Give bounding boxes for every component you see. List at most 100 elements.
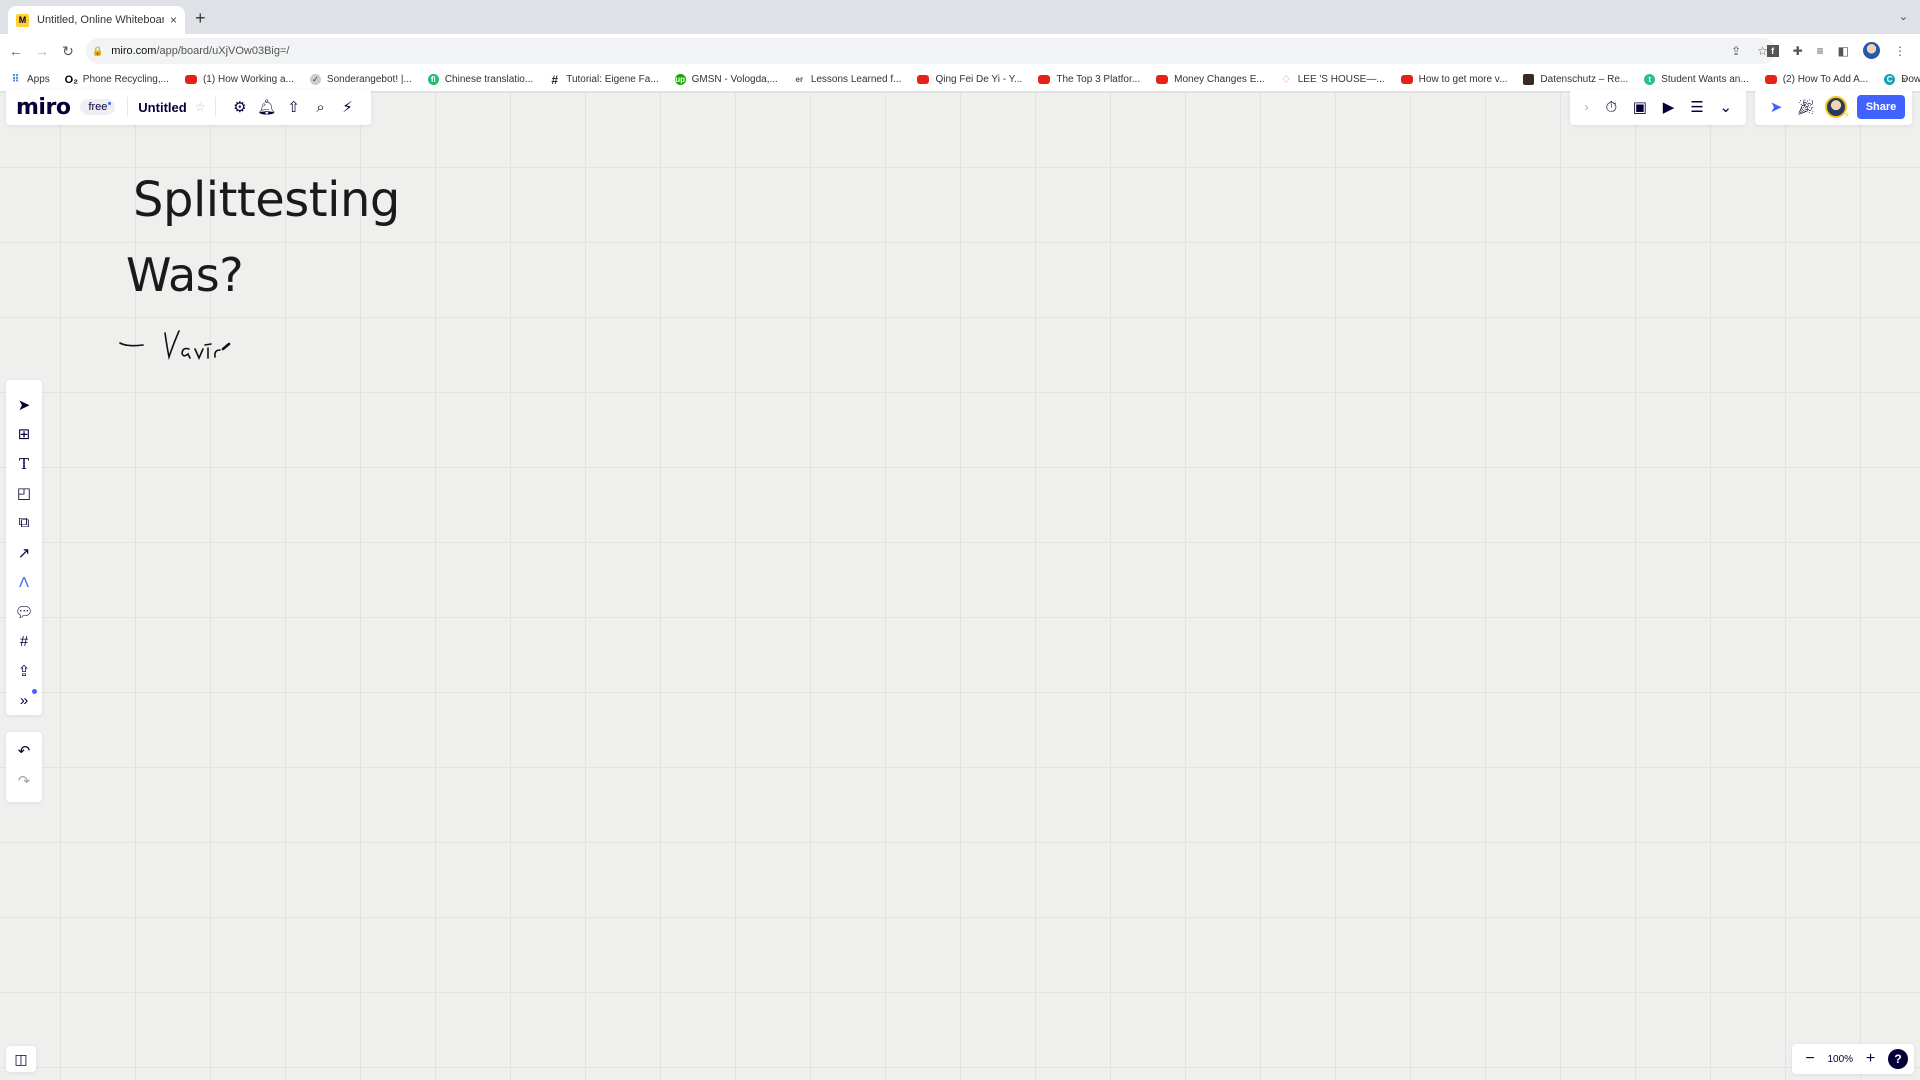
reload-icon[interactable]: ↻ bbox=[58, 43, 78, 60]
comment-icon[interactable]: 💬︎ bbox=[9, 597, 39, 627]
collapse-chevron-icon[interactable]: › bbox=[1576, 100, 1597, 114]
bookmark-item[interactable]: ✓ Sonderangebot! |... bbox=[309, 74, 412, 85]
presentation-icon[interactable]: ▶ bbox=[1654, 98, 1683, 116]
youtube-icon bbox=[1156, 75, 1169, 84]
user-avatar[interactable]: ⚡ bbox=[1825, 96, 1850, 120]
card-icon[interactable]: ▣ bbox=[1626, 98, 1655, 116]
search-icon[interactable]: ⌕ bbox=[307, 99, 334, 116]
tab-search-chevron-icon[interactable]: ⌄ bbox=[1899, 10, 1908, 23]
undo-icon[interactable]: ↶ bbox=[9, 736, 39, 766]
template-layout-icon[interactable]: ⊞ bbox=[9, 420, 39, 450]
er-icon: er bbox=[795, 75, 804, 84]
bookmark-item[interactable]: (1) How Working a... bbox=[184, 74, 294, 85]
cursor-share-icon[interactable]: ➤ bbox=[1761, 98, 1791, 116]
share-icon[interactable]: ⇪ bbox=[1731, 44, 1741, 58]
board-text-question[interactable]: Was? bbox=[126, 248, 244, 302]
apps-grid-icon: ⠿ bbox=[11, 74, 20, 85]
reactions-party-icon[interactable]: 🎉︎ bbox=[1791, 98, 1821, 116]
cursor-arrow-icon[interactable]: ➤ bbox=[9, 390, 39, 420]
plan-badge[interactable]: free bbox=[80, 99, 116, 115]
forward-icon[interactable]: → bbox=[32, 43, 52, 59]
bookmark-item[interactable]: ⠿ Apps bbox=[10, 74, 50, 85]
bookmarks-overflow-icon[interactable]: » bbox=[1902, 74, 1908, 86]
url-path: /app/board/uXjVOw03Big=/ bbox=[156, 45, 290, 57]
creation-toolbar: ➤ ⊞ T ◰ ⧉ ↗ Λ 💬︎ # ⇪ » bbox=[6, 380, 42, 715]
zoom-out-button[interactable]: − bbox=[1802, 1050, 1818, 1068]
text-icon[interactable]: T bbox=[9, 449, 39, 479]
more-chevrons-icon[interactable]: ⌄ bbox=[1711, 98, 1740, 116]
zoom-level[interactable]: 100% bbox=[1827, 1054, 1853, 1065]
bookmark-item[interactable]: How to get more v... bbox=[1400, 74, 1507, 85]
lock-icon[interactable]: 🔒 bbox=[92, 46, 103, 57]
frames-panel-toggle[interactable]: ◫ bbox=[6, 1046, 36, 1072]
facebook-icon[interactable]: f bbox=[1766, 44, 1779, 57]
airbnb-icon: ♢ bbox=[1281, 74, 1292, 86]
back-icon[interactable]: ← bbox=[6, 43, 26, 59]
miro-logo[interactable]: miro bbox=[16, 95, 71, 120]
zoom-in-button[interactable]: + bbox=[1863, 1050, 1879, 1068]
timer-icon[interactable]: ⏱ bbox=[1597, 99, 1626, 116]
t-circle-icon: t bbox=[1644, 74, 1656, 85]
upload-icon[interactable]: ⇪ bbox=[9, 656, 39, 686]
address-bar[interactable]: 🔒 miro.com/app/board/uXjVOw03Big=/ ⇪ ☆ bbox=[86, 38, 1776, 64]
youtube-icon bbox=[1038, 75, 1051, 84]
sidebar-list-icon: ◫ bbox=[14, 1050, 28, 1067]
help-button[interactable]: ? bbox=[1887, 1049, 1908, 1069]
plan-badge-dot bbox=[108, 102, 112, 105]
notification-dot bbox=[32, 689, 37, 695]
handwritten-ink-stroke[interactable] bbox=[115, 325, 245, 365]
zoom-controls: − 100% + ? bbox=[1792, 1044, 1914, 1074]
bookmark-item[interactable]: Datenschutz – Re... bbox=[1523, 74, 1628, 85]
browser-tab-active[interactable]: M Untitled, Online Whiteboard for × bbox=[8, 6, 185, 34]
bookmark-item[interactable]: er Lessons Learned f... bbox=[794, 74, 902, 85]
new-tab-button[interactable]: + bbox=[195, 8, 206, 29]
bookmark-item[interactable]: ♢ LEE 'S HOUSE—... bbox=[1281, 74, 1384, 86]
frame-icon[interactable]: # bbox=[9, 626, 39, 656]
redo-icon[interactable]: ↷ bbox=[9, 766, 39, 796]
export-upload-icon[interactable]: ⇧ bbox=[280, 98, 307, 116]
history-toolbar: ↶ ↷ bbox=[6, 732, 42, 802]
url-host: miro.com bbox=[111, 45, 157, 57]
hash-icon: # bbox=[551, 72, 559, 87]
youtube-icon bbox=[1764, 75, 1777, 84]
notifications-bell-icon[interactable]: 🔔︎ bbox=[253, 98, 280, 116]
collaboration-panel: ➤ 🎉︎ ⚡ Share bbox=[1755, 89, 1912, 125]
bookmark-item[interactable]: (2) How To Add A... bbox=[1764, 74, 1868, 85]
tab-close-icon[interactable]: × bbox=[170, 13, 177, 27]
divider bbox=[215, 97, 217, 117]
checkmark-circle-icon: ✓ bbox=[309, 74, 321, 85]
upwork-icon: up bbox=[674, 74, 686, 85]
more-apps-icon[interactable]: » bbox=[9, 685, 39, 715]
more-menu-icon[interactable]: ⋮ bbox=[1894, 44, 1906, 58]
bookmark-item[interactable]: up GMSN - Vologda,... bbox=[674, 74, 778, 85]
bookmark-item[interactable]: O₂ Phone Recycling,... bbox=[65, 74, 169, 86]
side-panel-icon[interactable]: ◧ bbox=[1838, 44, 1849, 58]
bookmark-item[interactable]: t Student Wants an... bbox=[1644, 74, 1749, 85]
divider bbox=[127, 97, 129, 117]
notes-icon[interactable]: ☰ bbox=[1683, 98, 1712, 116]
board-tools-panel: › ⏱ ▣ ▶ ☰ ⌄ bbox=[1570, 89, 1746, 125]
bookmark-item[interactable]: Qing Fei De Yi - Y... bbox=[917, 74, 1022, 85]
integrations-plug-icon[interactable]: ⚡︎ bbox=[334, 98, 361, 116]
profile-avatar[interactable] bbox=[1863, 42, 1880, 59]
share-button[interactable]: Share bbox=[1857, 95, 1905, 119]
extensions-puzzle-icon[interactable]: ✚ bbox=[1793, 44, 1803, 58]
bookmark-item[interactable]: fi Chinese translatio... bbox=[427, 74, 533, 85]
bolt-icon: ⚡ bbox=[1843, 110, 1850, 120]
media-queue-icon[interactable]: ≡ bbox=[1817, 44, 1824, 58]
browser-tabstrip: M Untitled, Online Whiteboard for × + ⌄ bbox=[0, 0, 1920, 34]
favorite-star-icon[interactable]: ☆ bbox=[195, 100, 206, 114]
bookmark-item[interactable]: Money Changes E... bbox=[1156, 74, 1265, 85]
board-text-heading[interactable]: Splittesting bbox=[133, 172, 400, 228]
sticky-note-icon[interactable]: ◰ bbox=[9, 479, 39, 509]
arrow-line-icon[interactable]: ↗ bbox=[9, 538, 39, 568]
board-title[interactable]: Untitled bbox=[138, 100, 186, 115]
settings-icon[interactable]: ⚙ bbox=[226, 98, 253, 116]
c-circle-icon: C bbox=[1884, 74, 1896, 85]
bookmark-item[interactable]: # Tutorial: Eigene Fa... bbox=[549, 72, 658, 87]
bookmark-item[interactable]: The Top 3 Platfor... bbox=[1038, 74, 1140, 85]
fiverr-icon: fi bbox=[427, 74, 439, 85]
whiteboard-canvas[interactable] bbox=[0, 92, 1920, 1080]
shapes-icon[interactable]: ⧉ bbox=[9, 508, 39, 538]
pen-icon[interactable]: Λ bbox=[9, 567, 39, 597]
